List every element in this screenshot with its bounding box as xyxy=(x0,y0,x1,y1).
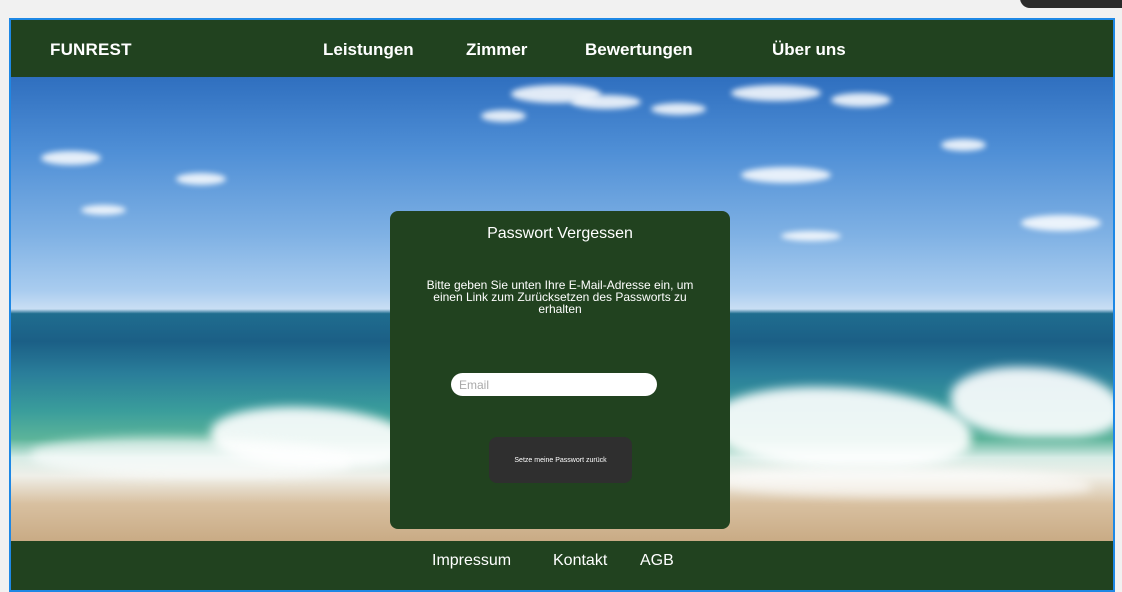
hero-beach-background: Passwort Vergessen Bitte geben Sie unten… xyxy=(11,77,1113,541)
window-corner-tab xyxy=(1020,0,1122,8)
brand-logo[interactable]: FUNREST xyxy=(50,40,132,60)
email-field[interactable] xyxy=(451,373,657,396)
top-navbar: FUNREST Leistungen Zimmer Bewertungen Üb… xyxy=(11,20,1113,77)
card-title: Passwort Vergessen xyxy=(487,225,633,242)
page-frame: FUNREST Leistungen Zimmer Bewertungen Üb… xyxy=(9,18,1115,592)
footer-link-agb[interactable]: AGB xyxy=(640,552,674,570)
footer: Impressum Kontakt AGB xyxy=(11,541,1113,590)
password-reset-card: Passwort Vergessen Bitte geben Sie unten… xyxy=(390,211,730,529)
reset-password-button[interactable]: Setze meine Passwort zurück xyxy=(489,437,632,483)
nav-link-ueber-uns[interactable]: Über uns xyxy=(772,40,846,60)
footer-link-kontakt[interactable]: Kontakt xyxy=(553,552,607,570)
nav-link-bewertungen[interactable]: Bewertungen xyxy=(585,40,693,60)
nav-link-leistungen[interactable]: Leistungen xyxy=(323,40,414,60)
footer-link-impressum[interactable]: Impressum xyxy=(432,552,511,570)
nav-link-zimmer[interactable]: Zimmer xyxy=(466,40,527,60)
card-description: Bitte geben Sie unten Ihre E-Mail-Adress… xyxy=(426,278,694,316)
